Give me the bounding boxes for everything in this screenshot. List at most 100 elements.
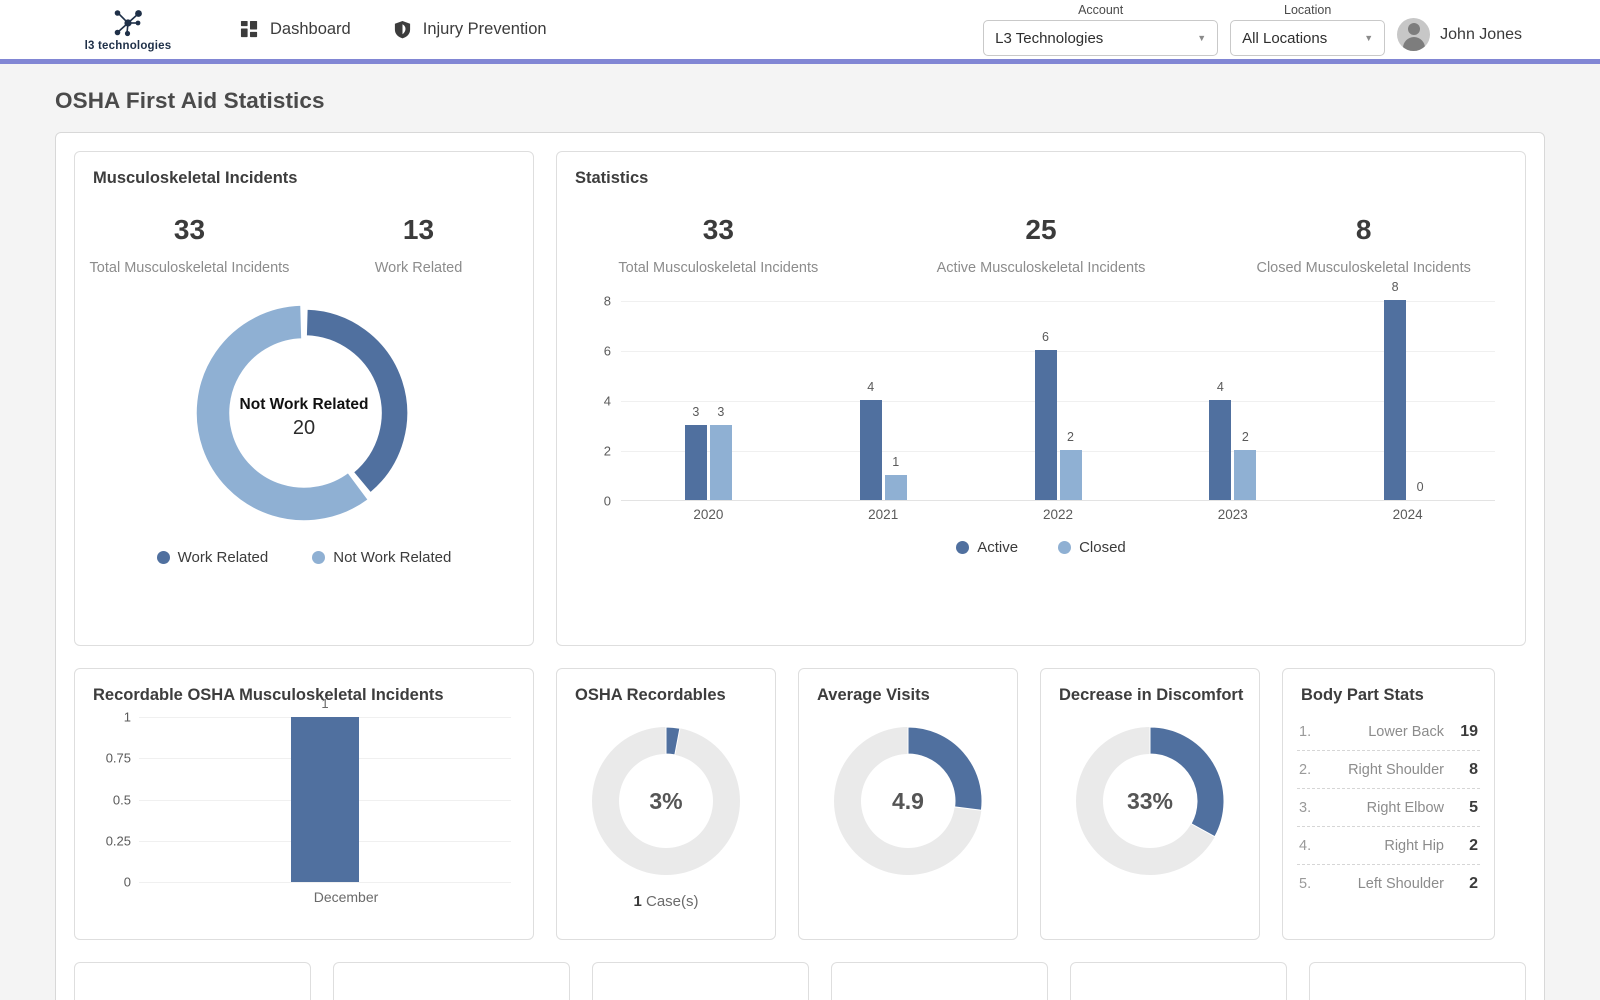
- average-visits-gauge[interactable]: 4.9: [799, 725, 1017, 877]
- x-tick-label: 2021: [868, 507, 899, 523]
- donut-center-value: 20: [293, 417, 315, 439]
- statistics-bar-chart[interactable]: 02468 3341624280 2020 2021 2022 2023 2024 Ac…: [587, 280, 1495, 556]
- osha-recordables-footer: 1 Case(s): [557, 893, 775, 910]
- body-part-count: 8: [1469, 761, 1478, 778]
- bar-group: 62: [1028, 301, 1088, 501]
- y-tick-label: 0: [603, 493, 611, 509]
- body-part-index: 1.: [1299, 724, 1312, 740]
- account-select: Account L3 Technologies ▼: [983, 3, 1219, 56]
- kpi-work-related-label: Work Related: [374, 260, 463, 276]
- bar[interactable]: 1: [291, 696, 359, 882]
- shield-icon: [394, 20, 410, 39]
- body-part-index: 5.: [1299, 876, 1312, 892]
- placeholder-card: [1070, 962, 1287, 1000]
- y-tick-label: 0.5: [112, 792, 131, 807]
- location-value: All Locations: [1242, 29, 1328, 47]
- decrease-in-discomfort-gauge[interactable]: 33%: [1041, 725, 1259, 877]
- bar[interactable]: 8: [1384, 280, 1407, 501]
- x-axis-labels: 2020 2021 2022 2023 2024: [621, 507, 1495, 527]
- kpi-active-incidents: 25 Active Musculoskeletal Incidents: [880, 214, 1203, 279]
- x-tick-label: 2020: [693, 507, 724, 523]
- y-tick-label: 2: [603, 443, 611, 459]
- bar[interactable]: 3: [709, 405, 732, 501]
- gridline: [139, 882, 511, 883]
- kpi-total-incidents-label: Total Musculoskeletal Incidents: [618, 260, 819, 276]
- dashboard-row-1: Musculoskeletal Incidents 33 Total Muscu…: [74, 151, 1526, 646]
- legend-label-active: Active: [977, 539, 1019, 557]
- dashboard-row-3: [74, 962, 1526, 1000]
- decrease-in-discomfort-value: 33%: [1126, 787, 1174, 814]
- kpi-work-related-value: 13: [402, 214, 435, 245]
- legend-item-work-related[interactable]: Work Related: [156, 549, 268, 566]
- legend-dot-active: [956, 541, 970, 555]
- dashboard-row-2: Recordable OSHA Musculoskeletal Incident…: [74, 668, 1526, 940]
- nav-label-dashboard: Dashboard: [270, 20, 351, 38]
- musculoskeletal-incidents-card: Musculoskeletal Incidents 33 Total Muscu…: [74, 151, 534, 646]
- bar-value-label: 3: [717, 405, 725, 420]
- bar[interactable]: 6: [1034, 330, 1057, 501]
- average-visits-value: 4.9: [892, 787, 924, 814]
- kpi-closed-incidents-label: Closed Musculoskeletal Incidents: [1256, 260, 1471, 276]
- body-part-name: Left Shoulder: [1357, 876, 1444, 892]
- bar[interactable]: 4: [1209, 380, 1232, 501]
- kpi-work-related: 13 Work Related: [304, 214, 533, 279]
- location-dropdown[interactable]: All Locations ▼: [1230, 20, 1386, 56]
- statistics-kpis: 33 Total Musculoskeletal Incidents 25 Ac…: [557, 214, 1525, 279]
- osha-recordables-gauge[interactable]: 3%: [557, 725, 775, 877]
- body-part-name: Right Hip: [1384, 838, 1444, 854]
- body-part-count: 5: [1469, 799, 1478, 816]
- legend-item-not-work-related[interactable]: Not Work Related: [312, 549, 451, 566]
- body-part-row[interactable]: 2. Right Shoulder 8: [1297, 751, 1480, 789]
- y-tick-label: 0.25: [105, 833, 131, 849]
- bar-plot-area: 3341624280: [621, 280, 1495, 502]
- body-part-row[interactable]: 3. Right Elbow 5: [1297, 789, 1480, 827]
- body-part-row[interactable]: 5. Left Shoulder 2: [1297, 865, 1480, 902]
- y-tick-label: 6: [603, 343, 611, 359]
- chevron-down-icon: ▼: [1364, 32, 1374, 43]
- statistics-card-title: Statistics: [575, 169, 649, 187]
- body-part-row[interactable]: 4. Right Hip 2: [1297, 827, 1480, 865]
- legend-label-closed: Closed: [1079, 539, 1126, 557]
- osha-recordables-case-count: 1: [633, 893, 642, 910]
- placeholder-card: [831, 962, 1048, 1000]
- bar[interactable]: 2: [1234, 430, 1257, 501]
- bar-value-label: 6: [1042, 330, 1049, 345]
- header-controls: Account L3 Technologies ▼ Location All L…: [983, 3, 1600, 56]
- user-menu[interactable]: John Jones: [1397, 18, 1522, 51]
- legend-item-active[interactable]: Active: [956, 539, 1018, 556]
- page-title: OSHA First Aid Statistics: [55, 88, 325, 113]
- account-dropdown[interactable]: L3 Technologies ▼: [983, 20, 1219, 56]
- msk-donut-chart[interactable]: Not Work Related 20: [75, 297, 533, 529]
- app-header: l3 technologies Dashboard Injury Prevent…: [0, 0, 1600, 64]
- recordable-bar-chart[interactable]: 1 0.75 0.5 0.25 0 1 December: [97, 696, 511, 917]
- bar[interactable]: 3: [684, 405, 707, 501]
- nav-item-dashboard[interactable]: Dashboard: [240, 20, 351, 39]
- bar-value-label: 8: [1391, 280, 1399, 295]
- donut-center-label: Not Work Related: [240, 396, 369, 413]
- brand-logo[interactable]: l3 technologies: [58, 8, 198, 52]
- bar-group: 42: [1203, 301, 1263, 501]
- y-tick-label: 0: [123, 874, 131, 890]
- bar[interactable]: 4: [859, 380, 882, 501]
- avatar: [1397, 18, 1431, 51]
- y-tick-label: 0.75: [105, 750, 131, 766]
- dashboard-panel: Musculoskeletal Incidents 33 Total Muscu…: [55, 132, 1545, 1000]
- bar-value-label: 3: [692, 405, 700, 420]
- body-part-count: 2: [1469, 875, 1478, 892]
- recordable-osha-card: Recordable OSHA Musculoskeletal Incident…: [74, 668, 534, 940]
- x-tick-label: 2023: [1217, 507, 1248, 523]
- decrease-in-discomfort-title: Decrease in Discomfort: [1059, 686, 1244, 704]
- kpi-closed-incidents-value: 8: [1355, 214, 1372, 245]
- x-tick-label: 2024: [1392, 507, 1423, 523]
- bar[interactable]: 1: [884, 455, 907, 501]
- body-part-row[interactable]: 1. Lower Back 19: [1297, 713, 1480, 751]
- msk-card-title: Musculoskeletal Incidents: [93, 169, 298, 187]
- account-label: Account: [1078, 3, 1124, 17]
- legend-item-closed[interactable]: Closed: [1058, 539, 1126, 556]
- nav-item-injury-prevention[interactable]: Injury Prevention: [393, 20, 547, 39]
- donut-svg: Not Work Related 20: [195, 304, 409, 522]
- mini-plot-area: 1: [139, 696, 511, 883]
- bar-group: 33: [678, 301, 738, 501]
- body-part-stats-card: Body Part Stats 1. Lower Back 19 2. Right Sh…: [1282, 668, 1495, 940]
- bar[interactable]: 2: [1059, 430, 1082, 501]
